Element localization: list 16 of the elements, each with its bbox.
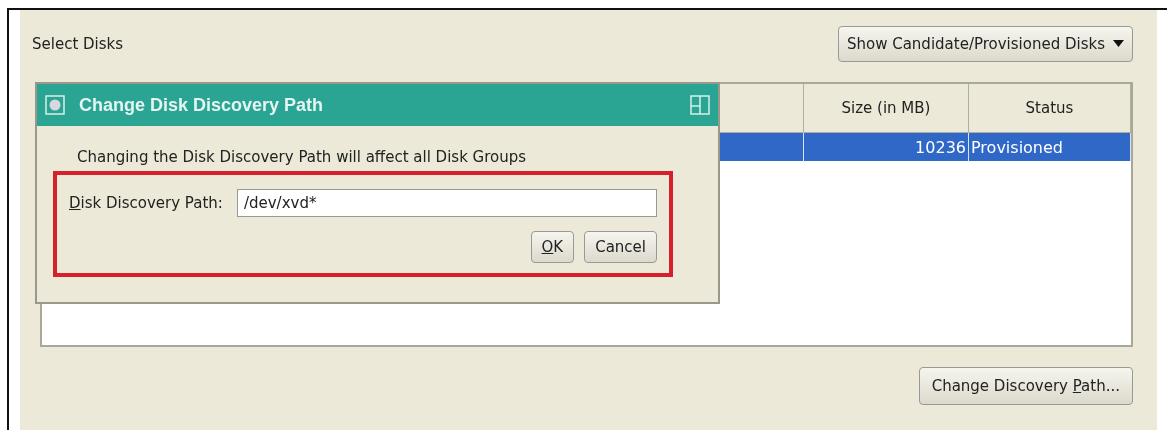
table-cell: 10236 bbox=[804, 133, 969, 161]
path-input[interactable]: /dev/xvd* bbox=[236, 189, 657, 217]
column-header: Size (in MB) bbox=[804, 84, 969, 133]
maximize-icon[interactable] bbox=[690, 95, 710, 115]
field-label: Disk Discovery Path: bbox=[69, 194, 223, 212]
table-cell: Provisioned bbox=[969, 133, 1131, 161]
change-path-button[interactable]: Change Discovery Path... bbox=[918, 367, 1133, 405]
filter-dropdown[interactable]: Show Candidate/Provisioned Disks bbox=[837, 26, 1133, 62]
dialog-message: Changing the Disk Discovery Path will affect all Disk Groups bbox=[77, 148, 528, 166]
section-title: Select Disks bbox=[32, 35, 124, 53]
column-header: Status bbox=[969, 84, 1131, 133]
window-menu-icon[interactable] bbox=[45, 95, 65, 115]
caret-icon bbox=[1113, 40, 1124, 48]
dialog-button[interactable]: Cancel bbox=[584, 231, 657, 263]
dialog-button[interactable]: OK bbox=[530, 231, 575, 263]
dialog-title: Change Disk Discovery Path bbox=[79, 94, 325, 116]
